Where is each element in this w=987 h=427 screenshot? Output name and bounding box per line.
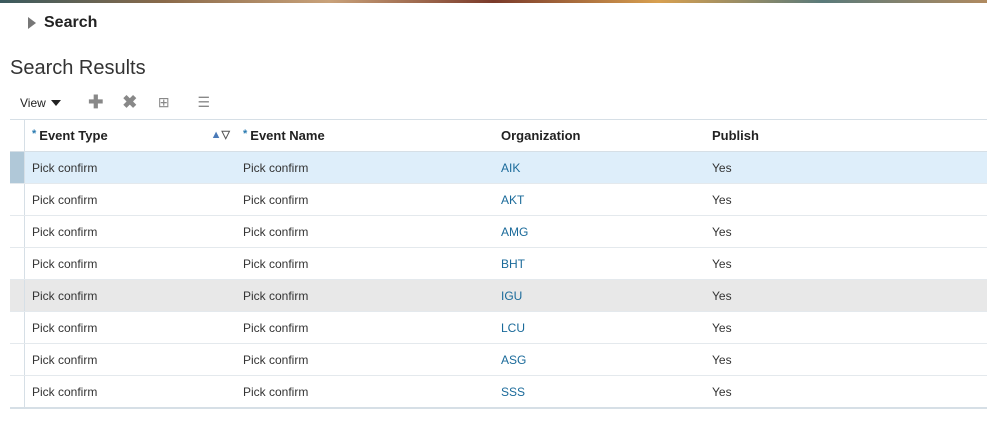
table-row[interactable]: Pick confirm Pick confirm AIK Yes [10, 151, 987, 184]
view-label: View [20, 95, 46, 110]
organization-cell: ASG [494, 343, 705, 376]
event-name-cell: Pick confirm [236, 375, 494, 409]
publish-cell: Yes [705, 311, 987, 344]
organization-link[interactable]: ASG [501, 353, 526, 367]
event-type-cell: Pick confirm [24, 215, 236, 248]
row-header[interactable] [10, 375, 25, 409]
row-header[interactable] [10, 151, 25, 184]
page-title: Search Results [10, 57, 146, 79]
table-row[interactable]: Pick confirm Pick confirm IGU Yes [10, 279, 987, 312]
delete-icon[interactable]: ✖ [121, 92, 139, 113]
table-row[interactable]: Pick confirm Pick confirm BHT Yes [10, 247, 987, 280]
row-header-corner [10, 119, 25, 152]
event-name-cell: Pick confirm [236, 279, 494, 312]
publish-cell: Yes [705, 151, 987, 184]
organization-cell: AKT [494, 183, 705, 216]
column-label: Event Type [39, 128, 108, 143]
search-section-toggle[interactable]: Search [28, 14, 97, 32]
organization-link[interactable]: BHT [501, 257, 525, 271]
sort-buttons[interactable]: ▲▽ [211, 128, 230, 141]
table-row[interactable]: Pick confirm Pick confirm LCU Yes [10, 311, 987, 344]
column-header-event-name[interactable]: * Event Name [236, 119, 494, 152]
table-row[interactable]: Pick confirm Pick confirm ASG Yes [10, 343, 987, 376]
expand-triangle-icon [28, 17, 36, 29]
row-header[interactable] [10, 183, 25, 216]
organization-link[interactable]: AIK [501, 161, 520, 175]
event-type-cell: Pick confirm [24, 375, 236, 409]
table-row[interactable]: Pick confirm Pick confirm AMG Yes [10, 215, 987, 248]
sort-descending-icon[interactable]: ▽ [222, 129, 230, 141]
column-label: Organization [501, 128, 581, 143]
column-header-organization[interactable]: Organization [494, 119, 705, 152]
event-name-cell: Pick confirm [236, 183, 494, 216]
search-section-label: Search [44, 14, 98, 31]
table-row[interactable]: Pick confirm Pick confirm AKT Yes [10, 183, 987, 216]
publish-cell: Yes [705, 183, 987, 216]
results-table: * Event Type ▲▽ * Event Name Organization P… [10, 119, 987, 409]
event-type-cell: Pick confirm [24, 279, 236, 312]
event-name-cell: Pick confirm [236, 215, 494, 248]
organization-link[interactable]: AKT [501, 193, 524, 207]
row-header[interactable] [10, 343, 25, 376]
event-type-cell: Pick confirm [24, 183, 236, 216]
event-name-cell: Pick confirm [236, 151, 494, 184]
publish-cell: Yes [705, 343, 987, 376]
query-by-example-icon[interactable]: ☰ [195, 94, 213, 111]
organization-cell: LCU [494, 311, 705, 344]
add-icon[interactable]: ✚ [87, 92, 105, 113]
organization-cell: BHT [494, 247, 705, 280]
organization-cell: SSS [494, 375, 705, 409]
organization-cell: IGU [494, 279, 705, 312]
organization-link[interactable]: SSS [501, 385, 525, 399]
column-label: Publish [712, 128, 759, 143]
row-header[interactable] [10, 311, 25, 344]
event-name-cell: Pick confirm [236, 343, 494, 376]
organization-cell: AIK [494, 151, 705, 184]
event-name-cell: Pick confirm [236, 311, 494, 344]
event-name-cell: Pick confirm [236, 247, 494, 280]
sort-ascending-icon[interactable]: ▲ [211, 129, 222, 141]
freeze-icon[interactable]: ⊞ [155, 94, 173, 111]
table-row[interactable]: Pick confirm Pick confirm SSS Yes [10, 375, 987, 409]
event-type-cell: Pick confirm [24, 311, 236, 344]
row-header[interactable] [10, 247, 25, 280]
row-header[interactable] [10, 279, 25, 312]
event-type-cell: Pick confirm [24, 151, 236, 184]
organization-link[interactable]: AMG [501, 225, 528, 239]
column-header-event-type[interactable]: * Event Type ▲▽ [24, 119, 236, 152]
toolbar: View ✚ ✖ ⊞ ☰ [20, 92, 229, 113]
header-banner [0, 0, 987, 3]
publish-cell: Yes [705, 279, 987, 312]
publish-cell: Yes [705, 375, 987, 409]
organization-cell: AMG [494, 215, 705, 248]
publish-cell: Yes [705, 215, 987, 248]
view-menu-button[interactable]: View [20, 96, 61, 110]
caret-down-icon [50, 99, 61, 106]
event-type-cell: Pick confirm [24, 343, 236, 376]
required-icon: * [32, 128, 37, 140]
event-type-cell: Pick confirm [24, 247, 236, 280]
organization-link[interactable]: IGU [501, 289, 522, 303]
publish-cell: Yes [705, 247, 987, 280]
organization-link[interactable]: LCU [501, 321, 525, 335]
column-header-publish[interactable]: Publish [705, 119, 987, 152]
required-icon: * [243, 128, 248, 140]
row-header[interactable] [10, 215, 25, 248]
header-row: * Event Type ▲▽ * Event Name Organization P… [10, 119, 987, 152]
column-label: Event Name [250, 128, 325, 143]
